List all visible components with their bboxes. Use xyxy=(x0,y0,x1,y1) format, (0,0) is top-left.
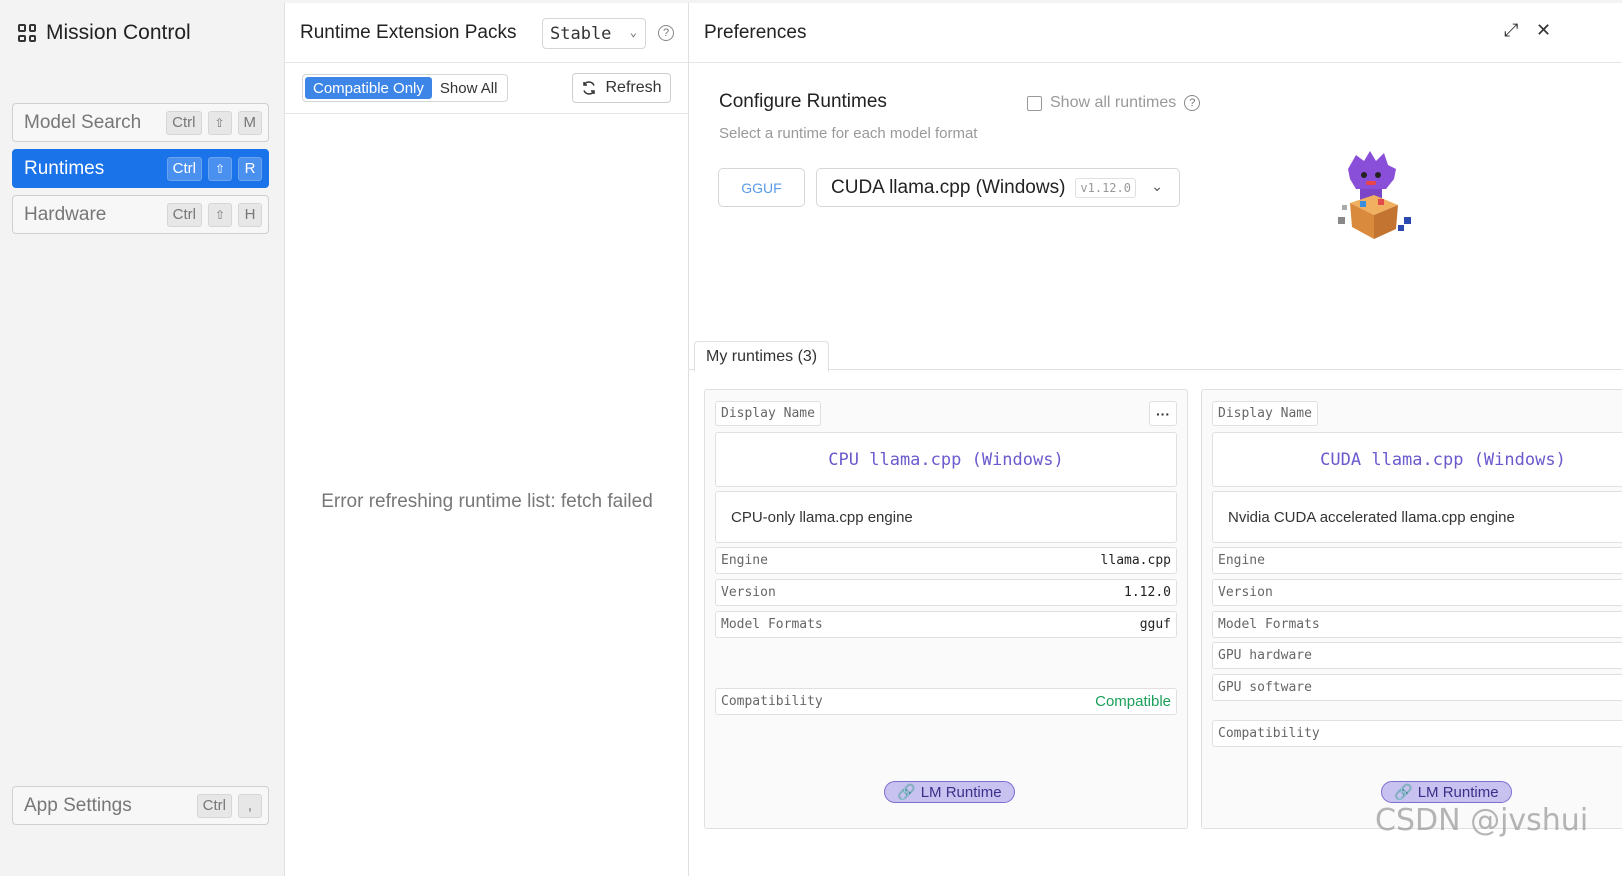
chevron-down-icon: ⌄ xyxy=(629,25,637,39)
sidebar-item-hardware[interactable]: Hardware Ctrl ⇧ H xyxy=(12,195,269,234)
grid-icon xyxy=(18,24,36,42)
badge-label: LM Runtime xyxy=(920,783,1002,801)
info-value: gguf xyxy=(1139,617,1171,632)
link-icon: 🔗 xyxy=(897,784,916,801)
shortcut-key: Ctrl xyxy=(166,110,202,135)
refresh-icon xyxy=(583,81,596,95)
sidebar-item-app-settings[interactable]: App Settings Ctrl , xyxy=(12,786,269,825)
preferences-title: Preferences xyxy=(704,21,807,43)
filter-toggle: Compatible Only Show All xyxy=(302,74,509,102)
expand-icon[interactable]: ⤢ xyxy=(1504,20,1518,41)
refresh-button[interactable]: Refresh xyxy=(572,73,671,103)
info-key: Version xyxy=(1218,585,1273,600)
preferences-panel: Preferences ⤢ ✕ Configure Runtimes Selec… xyxy=(689,3,1622,876)
more-options-button[interactable]: ··· xyxy=(1149,401,1177,426)
info-key: Model Formats xyxy=(1218,617,1320,632)
runtime-extension-panel: Runtime Extension Packs Stable ⌄ ? Compa… xyxy=(285,3,689,876)
watermark: CSDN @jvshui xyxy=(1375,803,1589,838)
sidebar: Mission Control Model Search Ctrl ⇧ M Ru… xyxy=(0,3,285,876)
panel-title: Runtime Extension Packs xyxy=(300,21,517,43)
runtime-card-cpu: Display Name ··· CPU llama.cpp (Windows)… xyxy=(704,389,1188,829)
shortcut-key: , xyxy=(238,793,262,818)
shortcut-key: Ctrl xyxy=(166,156,202,181)
help-icon[interactable]: ? xyxy=(658,25,674,41)
sidebar-item-runtimes[interactable]: Runtimes Ctrl ⇧ R xyxy=(12,149,269,188)
info-key: Engine xyxy=(721,553,768,568)
preferences-header: Preferences ⤢ ✕ xyxy=(689,3,1622,63)
info-key: Version xyxy=(721,585,776,600)
runtime-select[interactable]: CUDA llama.cpp (Windows) v1.12.0 ⌄ xyxy=(816,168,1180,207)
display-name-label: Display Name xyxy=(715,401,821,426)
info-row-compatibility: Compatibility Compatible xyxy=(715,688,1177,715)
runtime-name: CUDA llama.cpp (Windows) xyxy=(1212,432,1622,487)
configure-subtitle: Select a runtime for each model format xyxy=(719,125,978,142)
info-value: 1.12.0 xyxy=(1124,585,1171,600)
help-icon[interactable]: ? xyxy=(1184,95,1201,111)
lm-runtime-badge: 🔗 LM Runtime xyxy=(1381,781,1512,803)
info-row-compatibility: Compatibility xyxy=(1212,720,1622,747)
shortcut-key: R xyxy=(238,156,262,181)
info-row-version: Version xyxy=(1212,579,1622,606)
channel-select[interactable]: Stable ⌄ xyxy=(542,18,646,49)
shortcut-key: ⇧ xyxy=(208,156,232,181)
show-all-runtimes[interactable]: Show all runtimes ? xyxy=(1027,94,1201,112)
shortcut-key: Ctrl xyxy=(196,793,232,818)
sidebar-item-label: Model Search xyxy=(24,111,142,133)
runtime-select-value: CUDA llama.cpp (Windows) xyxy=(831,176,1066,198)
runtime-card-cuda: Display Name CUDA llama.cpp (Windows) Nv… xyxy=(1201,389,1622,829)
info-row-model-formats: Model Formats gguf xyxy=(715,611,1177,638)
mascot-icon xyxy=(1338,151,1411,239)
info-row-model-formats: Model Formats xyxy=(1212,611,1622,638)
version-badge: v1.12.0 xyxy=(1075,177,1136,198)
info-key: GPU hardware xyxy=(1218,648,1312,663)
close-icon[interactable]: ✕ xyxy=(1536,20,1551,41)
chevron-down-icon: ⌄ xyxy=(1151,178,1163,194)
sidebar-item-model-search[interactable]: Model Search Ctrl ⇧ M xyxy=(12,103,269,142)
info-row-version: Version 1.12.0 xyxy=(715,579,1177,606)
shortcut-key: M xyxy=(237,110,262,135)
link-icon: 🔗 xyxy=(1394,784,1413,801)
info-value: llama.cpp xyxy=(1100,553,1171,568)
info-key: Compatibility xyxy=(721,694,823,709)
shortcut-key: Ctrl xyxy=(166,202,202,227)
info-key: Engine xyxy=(1218,553,1265,568)
channel-value: Stable xyxy=(550,23,612,44)
shortcut-key: H xyxy=(238,202,262,227)
runtime-description: Nvidia CUDA accelerated llama.cpp engine xyxy=(1212,491,1622,543)
badge-label: LM Runtime xyxy=(1417,783,1499,801)
info-key: GPU software xyxy=(1218,680,1312,695)
compatibility-status: Compatible xyxy=(1095,693,1171,710)
display-name-label: Display Name xyxy=(1212,401,1318,426)
sidebar-item-label: Runtimes xyxy=(24,157,105,179)
info-row-engine: Engine xyxy=(1212,547,1622,574)
runtime-description: CPU-only llama.cpp engine xyxy=(715,491,1177,543)
info-row-engine: Engine llama.cpp xyxy=(715,547,1177,574)
filter-show-all[interactable]: Show All xyxy=(432,77,506,99)
app-title-label: Mission Control xyxy=(46,21,191,44)
info-row-gpu-hardware: GPU hardware xyxy=(1212,642,1622,669)
show-all-checkbox[interactable] xyxy=(1027,95,1042,111)
shortcut-key: ⇧ xyxy=(208,202,232,227)
refresh-label: Refresh xyxy=(605,79,662,96)
filter-compatible-only[interactable]: Compatible Only xyxy=(305,77,432,99)
tab-my-runtimes[interactable]: My runtimes (3) xyxy=(694,341,830,372)
runtime-name: CPU llama.cpp (Windows) xyxy=(715,432,1177,487)
info-row-gpu-software: GPU software xyxy=(1212,674,1622,701)
shortcut-key: ⇧ xyxy=(207,110,232,135)
sidebar-item-label: Hardware xyxy=(24,203,107,225)
filter-toolbar: Compatible Only Show All Refresh xyxy=(285,63,688,114)
configure-title: Configure Runtimes xyxy=(719,91,887,112)
panel-header: Runtime Extension Packs Stable ⌄ ? xyxy=(285,3,688,63)
lm-runtime-badge: 🔗 LM Runtime xyxy=(884,781,1015,803)
info-key: Model Formats xyxy=(721,617,823,632)
show-all-label: Show all runtimes xyxy=(1050,94,1177,111)
error-message: Error refreshing runtime list: fetch fai… xyxy=(321,491,653,512)
info-key: Compatibility xyxy=(1218,726,1320,741)
sidebar-item-label: App Settings xyxy=(24,794,132,816)
model-format-chip: GGUF xyxy=(718,168,805,207)
app-title: Mission Control xyxy=(18,21,191,45)
